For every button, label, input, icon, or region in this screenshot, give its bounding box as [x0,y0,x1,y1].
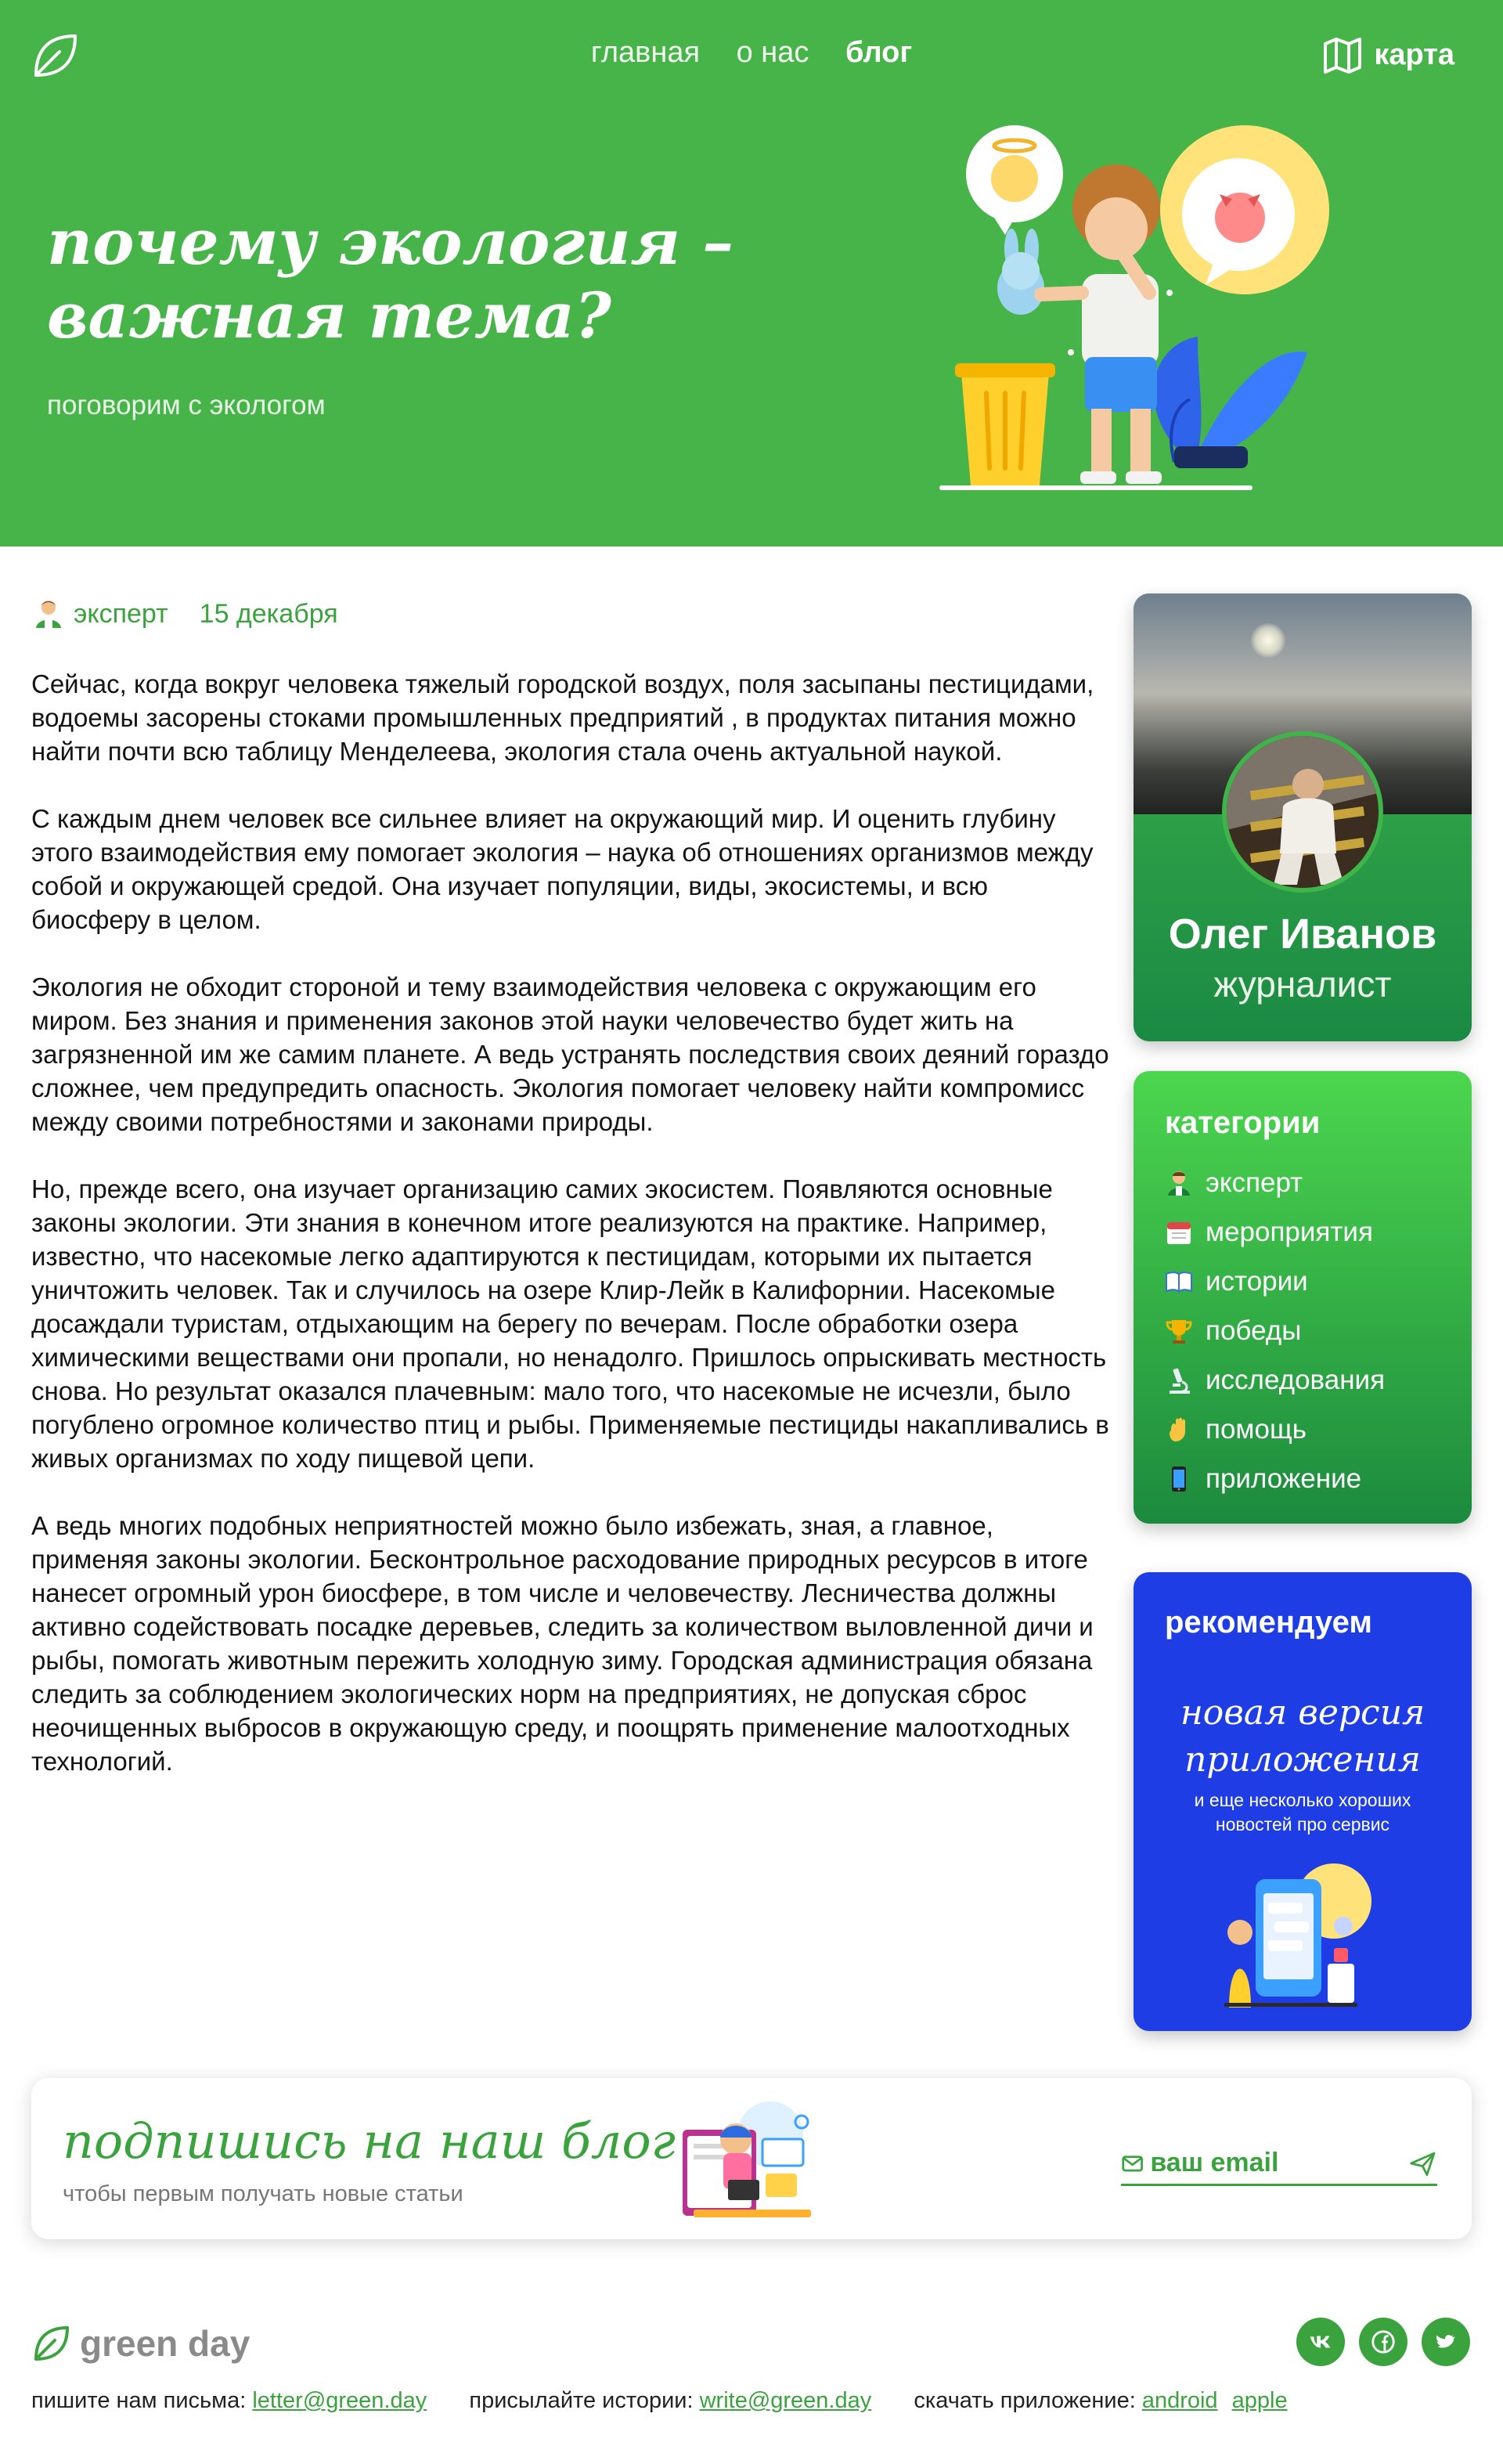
category-item-research[interactable]: исследования [1165,1355,1440,1405]
category-label: помощь [1206,1413,1307,1445]
vk-button[interactable] [1296,2318,1345,2366]
article-meta: эксперт 15 декабря [33,598,338,630]
category-label: мероприятия [1206,1216,1373,1247]
hand-icon [1165,1416,1193,1444]
nav-blog[interactable]: блог [845,36,912,69]
category-item-help[interactable]: помощь [1165,1405,1440,1454]
subscribe-panel: подпишись на наш блог чтобы первым получ… [31,2078,1472,2239]
category-item-events[interactable]: мероприятия [1165,1207,1440,1257]
facebook-icon [1371,2330,1395,2354]
boy-illustration [939,125,1329,490]
android-link[interactable]: android [1142,2388,1218,2413]
recommend-card[interactable]: рекомендуем новая версия приложения и ещ… [1134,1572,1472,2031]
article-paragraph: Но, прежде всего, она изучает организаци… [31,1174,1109,1473]
page-subtitle: поговорим с экологом [47,390,326,420]
author-name: Олег Иванов [1168,911,1437,958]
twitter-icon [1436,2335,1455,2348]
app-illustration [1224,1863,1371,2008]
trophy-icon [1165,1317,1193,1345]
map-icon [1324,38,1362,74]
category-label: победы [1206,1315,1302,1346]
article-paragraph: Экология не обходит стороной и тему взаи… [31,972,1109,1136]
category-item-stories[interactable]: истории [1165,1257,1440,1306]
write-email-link[interactable]: letter@green.day [252,2388,427,2413]
leaf-icon [34,2326,69,2361]
subscribe-illustration [683,2101,811,2217]
map-link[interactable]: карта [1322,34,1454,75]
book-icon [1165,1268,1193,1296]
apple-link[interactable]: apple [1232,2388,1288,2413]
write-label: пишите нам письма: [31,2388,247,2413]
avatar-photo [1227,736,1379,888]
sun-glow [1251,623,1285,658]
recommend-headline: новая версия приложения [1180,1693,1426,1780]
stories-email-link[interactable]: write@green.day [700,2388,872,2413]
author-role: журналист [1213,964,1392,1005]
twitter-button[interactable] [1422,2318,1470,2366]
map-label: карта [1374,38,1454,71]
send-icon[interactable] [1408,2148,1437,2179]
footer-logo[interactable]: green day [31,2322,250,2365]
category-item-app[interactable]: приложение [1165,1454,1440,1503]
email-input[interactable] [1150,2148,1409,2178]
recommend-title: рекомендуем [1165,1605,1372,1640]
avatar [1222,731,1383,893]
hero-banner: главная о нас блог карта почему экология… [0,0,1503,547]
category-item-expert[interactable]: эксперт [1165,1158,1440,1207]
expert-icon [36,601,61,628]
recommend-text: и еще несколько хороших новостей про сер… [1194,1790,1411,1834]
main-nav: главная о нас блог [0,36,1503,70]
nav-about[interactable]: о нас [737,36,809,69]
categories-list: эксперт мероприятия истории победы иссле… [1165,1158,1440,1503]
categories-panel: категории эксперт мероприятия истории по… [1134,1071,1472,1524]
mail-icon [1122,2155,1143,2172]
expert-icon [1165,1169,1193,1197]
subscribe-subtitle: чтобы первым получать новые статьи [63,2181,463,2206]
brand-name: green day [80,2323,250,2364]
facebook-button[interactable] [1359,2318,1407,2366]
category-label: приложение [1206,1463,1362,1494]
calendar-icon [1165,1218,1193,1246]
category-label: истории [1206,1265,1308,1297]
category-item-victories[interactable]: победы [1165,1306,1440,1355]
article-paragraph: С каждым днем человек все сильнее влияет… [31,804,1094,934]
article-date: 15 декабря [199,598,338,629]
email-field [1121,2142,1437,2186]
page-title: почему экология – важная тема? [47,205,734,353]
category-label: эксперт [1206,1167,1303,1198]
categories-title: категории [1165,1106,1321,1140]
vk-icon [1310,2336,1331,2348]
stories-label: присылайте истории: [469,2388,694,2413]
nav-home[interactable]: главная [591,36,700,69]
article-paragraph: А ведь многих подобных неприятностей мож… [31,1511,1094,1776]
article-body: Сейчас, когда вокруг человека тяжелый го… [31,667,1112,1812]
category-label: исследования [1206,1364,1386,1395]
microscope-icon [1165,1366,1193,1394]
article-paragraph: Сейчас, когда вокруг человека тяжелый го… [31,669,1094,766]
author-card[interactable]: Олег Иванов журналист [1134,593,1472,1041]
footer-links: пишите нам письма: letter@green.day прис… [31,2388,1288,2414]
article-category[interactable]: эксперт [74,599,168,630]
subscribe-title: подпишись на наш блог [63,2112,676,2170]
app-label: скачать приложение: [914,2388,1136,2413]
phone-icon [1165,1465,1193,1493]
